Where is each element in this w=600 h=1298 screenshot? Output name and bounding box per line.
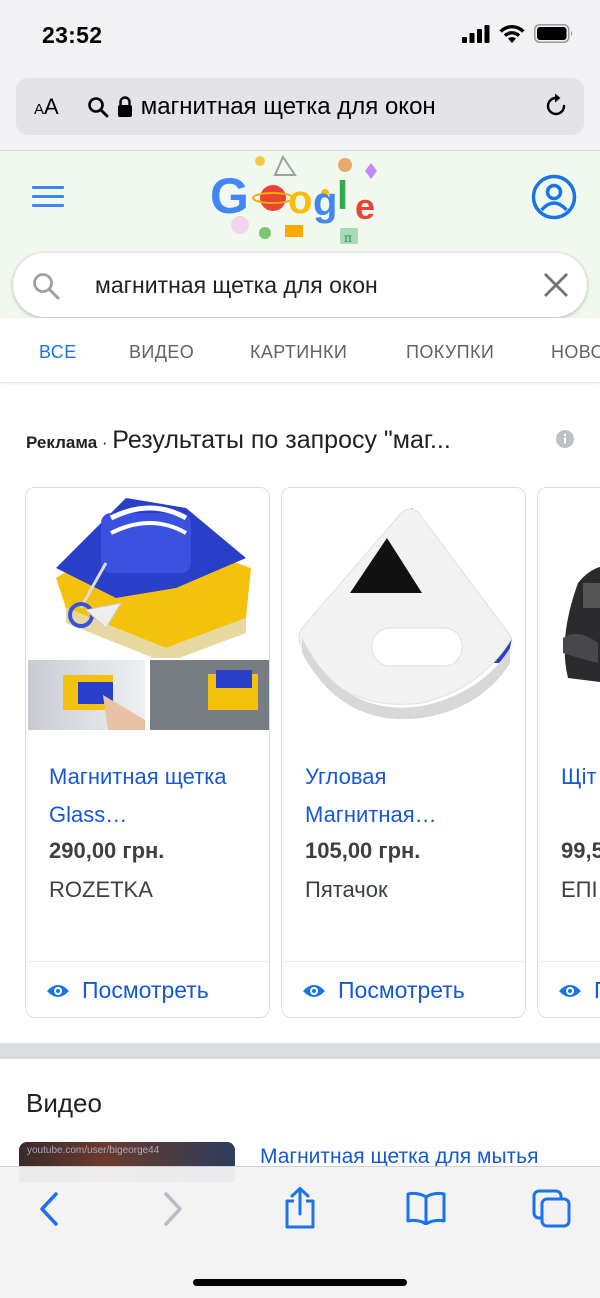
account-icon[interactable] xyxy=(531,174,577,220)
product-carousel[interactable]: Магнитная щетка Glass… 290,00 грн. ROZET… xyxy=(0,486,600,1020)
video-section-title: Видео xyxy=(26,1088,102,1118)
ads-title: Результаты по запросу "маг... xyxy=(112,426,451,454)
ads-label: Реклама xyxy=(26,433,98,452)
hamburger-menu-icon[interactable] xyxy=(32,186,64,212)
ads-header: Реклама · Результаты по запросу "маг... xyxy=(26,426,451,455)
product-name[interactable]: Магнитная щетка Glass… xyxy=(49,758,254,834)
svg-text:g: g xyxy=(313,180,337,224)
svg-text:π: π xyxy=(344,231,352,245)
card-divider xyxy=(26,961,269,962)
status-bar: 23:52 xyxy=(0,0,600,74)
cellular-signal-icon xyxy=(462,24,490,43)
product-image[interactable] xyxy=(538,488,600,730)
product-price: 99,5 xyxy=(561,838,600,863)
clear-icon[interactable] xyxy=(543,272,569,298)
share-icon[interactable] xyxy=(283,1187,317,1229)
eye-icon xyxy=(303,984,325,997)
text-size-button[interactable]: AA xyxy=(34,94,59,120)
product-card[interactable]: Угловая Магнитная… 105,00 грн. Пятачок П… xyxy=(281,487,526,1018)
view-button[interactable]: П xyxy=(558,977,600,1004)
forward-icon[interactable] xyxy=(160,1191,186,1227)
card-divider xyxy=(282,961,525,962)
search-icon[interactable] xyxy=(31,271,61,301)
view-button-label: Посмотреть xyxy=(82,977,209,1003)
product-seller: ЕПІ xyxy=(561,877,598,902)
product-image[interactable] xyxy=(282,488,526,730)
tab-video[interactable]: ВИДЕО xyxy=(129,342,194,363)
google-doodle-logo[interactable]: π G o g l e xyxy=(205,153,395,253)
tab-all[interactable]: ВСЕ xyxy=(39,342,77,363)
lock-icon xyxy=(117,95,132,117)
video-thumbnail-caption: youtube.com/user/bigeorge44 xyxy=(27,1145,160,1156)
address-bar[interactable]: AA магнитная щетка для окон xyxy=(16,78,584,135)
product-price: 290,00 грн. xyxy=(49,838,165,863)
reload-icon[interactable] xyxy=(542,92,570,120)
svg-text:G: G xyxy=(210,168,249,224)
product-seller: ROZETKA xyxy=(49,877,153,902)
view-button-label: П xyxy=(594,977,600,1004)
search-tabs: ВСЕ ВИДЕО КАРТИНКИ ПОКУПКИ НОВО xyxy=(0,318,600,382)
eye-icon xyxy=(47,984,69,997)
status-time: 23:52 xyxy=(42,22,103,48)
back-icon[interactable] xyxy=(36,1191,62,1227)
tab-news[interactable]: НОВО xyxy=(551,342,600,363)
product-image[interactable] xyxy=(26,488,270,658)
eye-icon xyxy=(559,984,581,997)
wifi-icon xyxy=(499,24,525,43)
tab-shopping[interactable]: ПОКУПКИ xyxy=(406,342,494,363)
section-divider xyxy=(0,1043,600,1059)
view-button-label: Посмотреть xyxy=(338,977,465,1003)
battery-icon xyxy=(534,24,573,43)
product-seller: Пятачок xyxy=(305,877,388,902)
tab-images[interactable]: КАРТИНКИ xyxy=(250,342,347,363)
search-input[interactable]: магнитная щетка для окон xyxy=(95,272,378,299)
view-button[interactable]: Посмотреть xyxy=(46,977,209,1004)
view-button[interactable]: Посмотреть xyxy=(302,977,465,1004)
ads-separator: · xyxy=(97,433,113,452)
product-card[interactable]: Щіт S 99,5 ЕПІ П xyxy=(537,487,600,1018)
status-icons xyxy=(462,24,574,43)
browser-toolbar xyxy=(0,1166,600,1298)
product-price: 105,00 грн. xyxy=(305,838,421,863)
search-icon xyxy=(87,96,109,117)
bookmarks-icon[interactable] xyxy=(406,1191,446,1225)
product-thumbnails[interactable] xyxy=(28,660,269,730)
svg-text:o: o xyxy=(288,178,312,222)
svg-text:l: l xyxy=(337,174,348,218)
home-indicator[interactable] xyxy=(193,1279,407,1286)
card-divider xyxy=(538,961,600,962)
product-name[interactable]: Щіт S xyxy=(561,758,600,796)
browser-address-area: AA магнитная щетка для окон xyxy=(0,74,600,151)
product-name[interactable]: Угловая Магнитная… xyxy=(305,758,510,834)
tabs-icon[interactable] xyxy=(532,1189,572,1229)
search-box[interactable]: магнитная щетка для окон xyxy=(13,253,587,317)
product-card[interactable]: Магнитная щетка Glass… 290,00 грн. ROZET… xyxy=(25,487,270,1018)
svg-text:e: e xyxy=(355,186,375,227)
info-icon[interactable] xyxy=(556,430,574,448)
url-text[interactable]: магнитная щетка для окон xyxy=(141,93,436,121)
